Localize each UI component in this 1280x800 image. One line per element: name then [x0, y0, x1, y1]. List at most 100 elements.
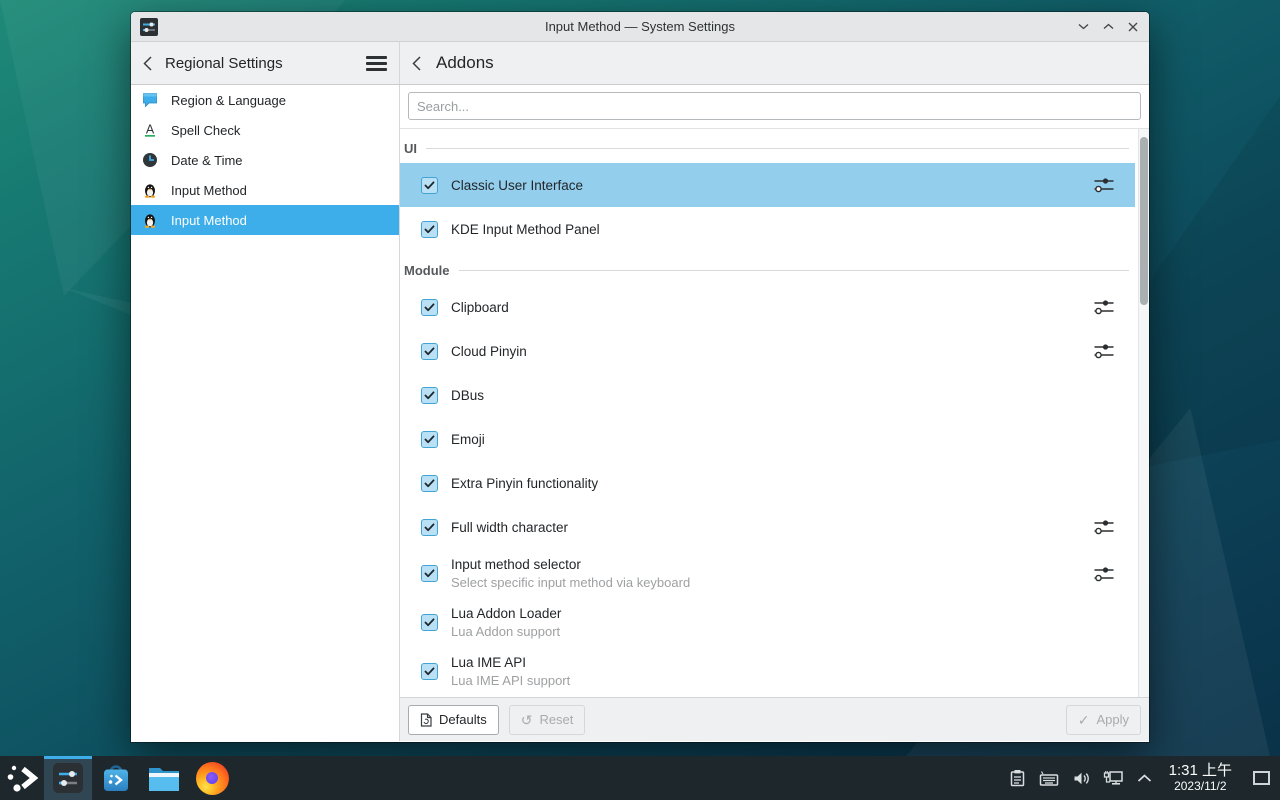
task-file-manager[interactable]	[140, 756, 188, 800]
footer-buttons: Defaults ↺ Reset ✓ Apply	[400, 697, 1149, 741]
sidebar-item-label: Region & Language	[171, 93, 286, 108]
minimize-button[interactable]	[1075, 19, 1091, 35]
addon-row[interactable]: Cloud Pinyin	[400, 329, 1135, 373]
addon-row[interactable]: Lua Addon Loader Lua Addon support	[400, 598, 1135, 647]
addon-list: UI Classic User Interface KDE Input Meth…	[400, 129, 1149, 697]
addon-row[interactable]: Clipboard	[400, 285, 1135, 329]
input-method-icon	[142, 182, 158, 198]
keyboard-tray-icon[interactable]	[1039, 770, 1059, 787]
addon-label: DBus	[451, 388, 484, 403]
sidebar-header-title: Regional Settings	[165, 55, 283, 72]
sidebar-item[interactable]: A Spell Check	[131, 115, 399, 145]
search-input[interactable]	[408, 92, 1141, 120]
system-settings-icon	[51, 761, 85, 795]
addon-checkbox[interactable]	[421, 519, 438, 536]
addon-row[interactable]: KDE Input Method Panel	[400, 207, 1135, 251]
section-divider	[459, 270, 1130, 271]
hamburger-menu-button[interactable]	[366, 56, 387, 71]
section-title: Module	[404, 263, 450, 278]
addon-label: Input method selector	[451, 557, 690, 572]
system-settings-window-icon	[139, 17, 159, 37]
window-title: Input Method — System Settings	[131, 19, 1149, 34]
sidebar-back-button[interactable]	[143, 55, 155, 71]
sidebar-item[interactable]: Input Method	[131, 205, 399, 235]
clock-date: 2023/11/2	[1174, 780, 1227, 793]
clipboard-tray-icon[interactable]	[1009, 769, 1026, 787]
addon-row[interactable]: Emoji	[400, 417, 1135, 461]
section-header: Module	[400, 259, 1135, 281]
firefox-icon	[196, 762, 229, 795]
addon-label: KDE Input Method Panel	[451, 222, 600, 237]
addon-label: Emoji	[451, 432, 485, 447]
configure-button[interactable]	[1093, 298, 1117, 316]
addon-checkbox[interactable]	[421, 343, 438, 360]
addon-checkbox[interactable]	[421, 663, 438, 680]
configure-button[interactable]	[1093, 565, 1117, 583]
addon-row[interactable]: Input method selector Select specific in…	[400, 549, 1135, 598]
defaults-button[interactable]: Defaults	[408, 705, 499, 735]
sidebar-item-label: Input Method	[171, 213, 247, 228]
app-launcher-icon	[5, 761, 39, 795]
show-desktop-button[interactable]	[1253, 771, 1270, 785]
addons-page: UI Classic User Interface KDE Input Meth…	[400, 85, 1149, 741]
content-header: Addons	[400, 42, 1149, 84]
sidebar-item[interactable]: Date & Time	[131, 145, 399, 175]
sidebar-header: Regional Settings	[131, 42, 400, 84]
addon-label: Lua IME API	[451, 655, 570, 670]
app-launcher-button[interactable]	[0, 756, 44, 800]
maximize-button[interactable]	[1100, 19, 1116, 35]
defaults-label: Defaults	[439, 712, 487, 727]
addon-row[interactable]: DBus	[400, 373, 1135, 417]
addon-subtitle: Lua Addon support	[451, 624, 561, 639]
configure-button[interactable]	[1093, 518, 1117, 536]
addon-row[interactable]: Full width character	[400, 505, 1135, 549]
titlebar[interactable]: Input Method — System Settings	[131, 12, 1149, 42]
addon-checkbox[interactable]	[421, 475, 438, 492]
apply-button[interactable]: ✓ Apply	[1066, 705, 1141, 735]
section-title: UI	[404, 141, 417, 156]
toolbar: Regional Settings Addons	[131, 42, 1149, 85]
addon-checkbox[interactable]	[421, 177, 438, 194]
section-header: UI	[400, 137, 1135, 159]
close-button[interactable]	[1125, 19, 1141, 35]
addon-subtitle: Select specific input method via keyboar…	[451, 575, 690, 590]
defaults-icon	[420, 713, 432, 727]
addon-checkbox[interactable]	[421, 431, 438, 448]
page-title: Addons	[436, 53, 494, 73]
section-divider	[426, 148, 1129, 149]
digital-clock[interactable]: 1:31 上午 2023/11/2	[1169, 763, 1232, 793]
volume-tray-icon[interactable]	[1072, 770, 1090, 787]
reset-icon: ↺	[521, 713, 533, 727]
addon-label: Extra Pinyin functionality	[451, 476, 598, 491]
addon-label: Clipboard	[451, 300, 509, 315]
sidebar-item[interactable]: Region & Language	[131, 85, 399, 115]
apply-label: Apply	[1096, 712, 1129, 727]
addon-label: Classic User Interface	[451, 178, 583, 193]
sidebar-item[interactable]: Input Method	[131, 175, 399, 205]
reset-button[interactable]: ↺ Reset	[509, 705, 586, 735]
content-back-button[interactable]	[412, 55, 424, 71]
taskbar: 1:31 上午 2023/11/2	[0, 756, 1280, 800]
addon-row[interactable]: Classic User Interface	[400, 163, 1135, 207]
addon-checkbox[interactable]	[421, 614, 438, 631]
addon-checkbox[interactable]	[421, 221, 438, 238]
addon-label: Full width character	[451, 520, 568, 535]
spell-check-icon: A	[142, 122, 158, 138]
addon-checkbox[interactable]	[421, 387, 438, 404]
network-tray-icon[interactable]	[1103, 769, 1124, 787]
scrollbar[interactable]	[1138, 129, 1149, 697]
scrollbar-thumb[interactable]	[1140, 137, 1148, 305]
addon-subtitle: Lua IME API support	[451, 673, 570, 688]
configure-button[interactable]	[1093, 342, 1117, 360]
tray-expander-caret-icon[interactable]	[1137, 774, 1152, 783]
sidebar: Region & Language A Spell Check Date & T…	[131, 85, 400, 741]
configure-button[interactable]	[1093, 176, 1117, 194]
addon-row[interactable]: Lua IME API Lua IME API support	[400, 647, 1135, 696]
task-discover[interactable]	[92, 756, 140, 800]
task-firefox[interactable]	[188, 756, 236, 800]
addon-row[interactable]: Extra Pinyin functionality	[400, 461, 1135, 505]
addon-checkbox[interactable]	[421, 565, 438, 582]
addon-checkbox[interactable]	[421, 299, 438, 316]
task-system-settings[interactable]	[44, 756, 92, 800]
apply-check-icon: ✓	[1078, 713, 1090, 727]
